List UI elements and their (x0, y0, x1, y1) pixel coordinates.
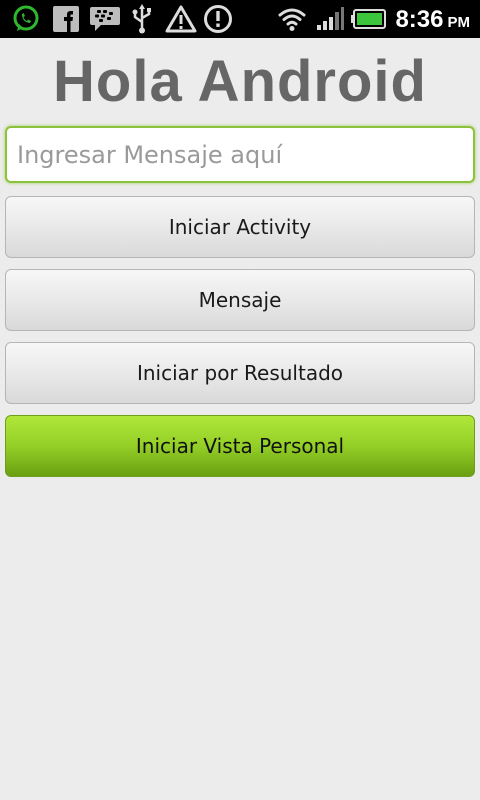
start-for-result-button[interactable]: Iniciar por Resultado (5, 342, 475, 404)
wifi-icon (276, 4, 308, 34)
start-custom-view-button[interactable]: Iniciar Vista Personal (5, 415, 475, 477)
message-input[interactable] (5, 126, 475, 183)
clock-time: 8:36 (395, 6, 444, 33)
usb-icon (130, 4, 154, 34)
facebook-icon (52, 4, 80, 34)
battery-icon (350, 4, 388, 34)
whatsapp-icon (10, 4, 42, 34)
clock-ampm: PM (447, 14, 471, 31)
app-title: Hola Android (53, 49, 427, 114)
status-clock: 8:36 PM (395, 4, 470, 34)
bbm-icon (88, 4, 122, 34)
status-bar: 8:36 PM (0, 0, 480, 38)
start-activity-button[interactable]: Iniciar Activity (5, 196, 475, 258)
alert-circle-icon (202, 4, 234, 34)
signal-icon (314, 4, 346, 34)
message-button[interactable]: Mensaje (5, 269, 475, 331)
warning-triangle-icon (164, 4, 198, 34)
